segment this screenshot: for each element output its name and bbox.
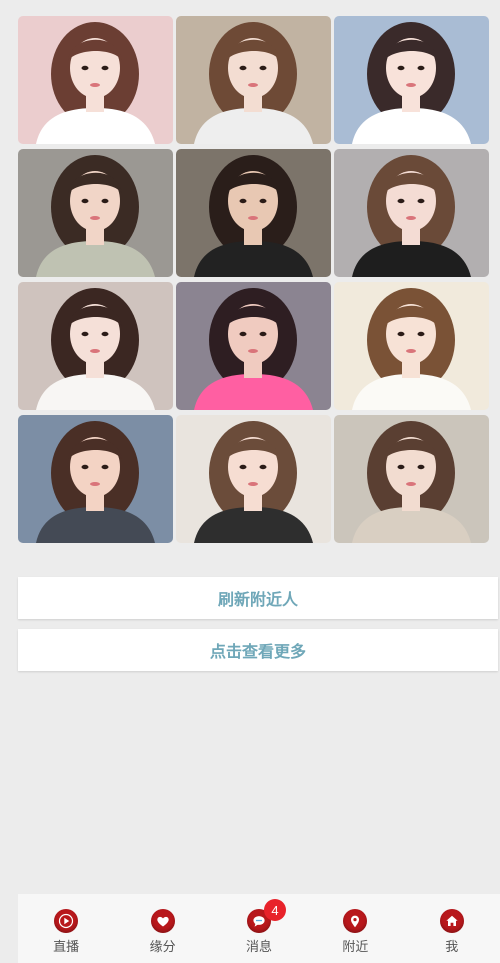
tab-label: 附近 [342, 940, 369, 955]
unread-count-badge: 4 [263, 899, 286, 921]
location-pin-icon [343, 909, 368, 933]
home-icon [439, 909, 464, 933]
tab-me[interactable]: 我 [404, 894, 500, 963]
tab-live[interactable]: 直播 [18, 894, 114, 963]
page: 刷新附近人 点击查看更多 直播 缘分 4 消息 附近 我 [0, 0, 500, 963]
tab-label: 消息 [245, 940, 272, 955]
profile-photo[interactable] [176, 16, 331, 144]
profile-photo[interactable] [334, 16, 489, 144]
profile-photo-grid [18, 16, 490, 543]
profile-photo[interactable] [18, 149, 173, 277]
bottom-tab-bar: 直播 缘分 4 消息 附近 我 [18, 894, 500, 963]
profile-photo[interactable] [18, 282, 173, 410]
refresh-nearby-button[interactable]: 刷新附近人 [18, 577, 498, 619]
load-more-button[interactable]: 点击查看更多 [18, 629, 498, 671]
profile-photo[interactable] [18, 415, 173, 543]
tab-messages[interactable]: 4 消息 [211, 894, 307, 963]
heart-icon [150, 909, 175, 933]
tab-fate[interactable]: 缘分 [115, 894, 211, 963]
play-icon [54, 909, 79, 933]
tab-label: 缘分 [149, 940, 176, 955]
profile-photo[interactable] [176, 149, 331, 277]
tab-nearby[interactable]: 附近 [307, 894, 403, 963]
profile-photo[interactable] [176, 282, 331, 410]
profile-photo[interactable] [18, 16, 173, 144]
profile-photo[interactable] [176, 415, 331, 543]
profile-photo[interactable] [334, 415, 489, 543]
tab-label: 我 [445, 940, 459, 955]
profile-photo[interactable] [334, 282, 489, 410]
profile-photo[interactable] [334, 149, 489, 277]
tab-label: 直播 [53, 940, 80, 955]
